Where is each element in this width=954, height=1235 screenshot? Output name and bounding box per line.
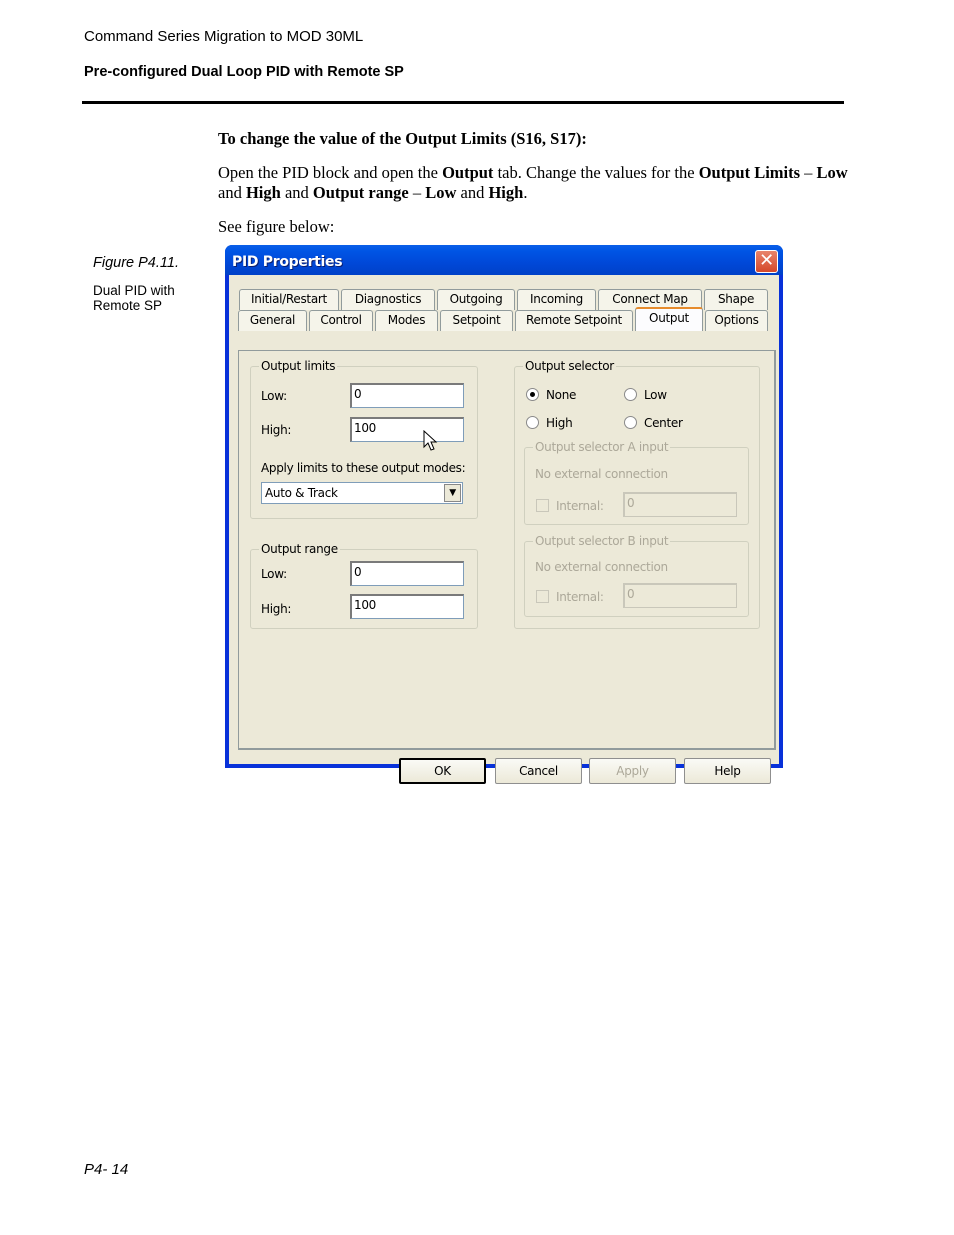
output-limits-low-label: Low: [261, 389, 287, 403]
output-limits-high-label: High: [261, 423, 292, 437]
output-selector-a-group: Output selector A input No external conn… [524, 440, 749, 525]
output-selector-legend: Output selector [523, 359, 616, 373]
tab-options[interactable]: Options [705, 310, 768, 331]
page-number: P4- 14 [84, 1161, 129, 1178]
output-range-low-label: Low: [261, 567, 287, 581]
output-selector-group: Output selector None Low High Center Out… [514, 359, 760, 629]
dialog-title-bar[interactable]: PID Properties ✕ [225, 245, 783, 275]
dialog-client-area: Initial/Restart Diagnostics Outgoing Inc… [229, 275, 779, 784]
apply-button[interactable]: Apply [589, 758, 676, 784]
body-text-run: – [800, 163, 817, 182]
radio-high-label: High [546, 416, 573, 430]
output-selector-b-legend: Output selector B input [533, 534, 671, 548]
output-limits-high-input[interactable]: 100 [350, 417, 464, 442]
radio-center-label: Center [644, 416, 683, 430]
header-divider [82, 101, 844, 104]
figure-caption: Figure P4.11. [93, 255, 179, 271]
output-selector-a-internal-input[interactable]: 0 [623, 492, 737, 517]
emphasized-term: High [245, 183, 281, 202]
output-selector-a-legend: Output selector A input [533, 440, 671, 454]
body-text-run: and [280, 183, 313, 202]
help-button[interactable]: Help [684, 758, 771, 784]
pid-properties-dialog: PID Properties ✕ Initial/Restart Diagnos… [225, 245, 783, 784]
body-text-run: and [456, 183, 489, 202]
emphasized-term: Output Limits [698, 163, 801, 182]
body-text-run: tab. Change the values for the [493, 163, 699, 182]
emphasized-term: Output [442, 163, 494, 182]
dialog-title: PID Properties [232, 254, 343, 270]
output-selector-a-status: No external connection [535, 467, 668, 481]
output-range-high-input[interactable]: 100 [350, 594, 464, 619]
radio-high[interactable] [526, 416, 539, 429]
output-range-low-input[interactable]: 0 [350, 561, 464, 586]
output-tab-panel: Output limits Low: 0 High: 100 Apply lim… [238, 350, 776, 750]
output-selector-a-internal-checkbox[interactable] [536, 499, 549, 512]
tab-incoming[interactable]: Incoming [517, 289, 596, 310]
body-text-run: . [523, 183, 528, 202]
apply-limits-selected: Auto & Track [265, 486, 338, 500]
output-range-legend: Output range [259, 542, 340, 556]
radio-center[interactable] [624, 416, 637, 429]
apply-limits-select[interactable]: Auto & Track ▼ [261, 482, 463, 504]
output-selector-b-internal-checkbox[interactable] [536, 590, 549, 603]
apply-limits-label: Apply limits to these output modes: [261, 461, 466, 475]
tab-diagnostics[interactable]: Diagnostics [341, 289, 435, 310]
tab-general[interactable]: General [238, 310, 307, 331]
chevron-down-icon[interactable]: ▼ [444, 484, 461, 502]
emphasized-term: High [488, 183, 524, 202]
emphasized-term: Low [816, 163, 848, 182]
output-limits-group: Output limits Low: 0 High: 100 Apply lim… [250, 359, 478, 519]
cancel-button[interactable]: Cancel [495, 758, 582, 784]
document-header-title: Command Series Migration to MOD 30ML [84, 28, 364, 45]
output-selector-b-internal-input[interactable]: 0 [623, 583, 737, 608]
tab-shape[interactable]: Shape [704, 289, 768, 310]
tab-outgoing[interactable]: Outgoing [437, 289, 515, 310]
mouse-pointer-icon [423, 430, 438, 451]
figure-description: Dual PID with Remote SP [93, 283, 175, 313]
see-figure-text: See figure below: [218, 217, 335, 236]
tab-modes[interactable]: Modes [375, 310, 438, 331]
tab-setpoint[interactable]: Setpoint [440, 310, 513, 331]
output-range-high-label: High: [261, 602, 292, 616]
output-selector-b-internal-label: Internal: [556, 590, 604, 604]
body-text-run: Open the PID block and open the [218, 163, 443, 182]
output-limits-legend: Output limits [259, 359, 338, 373]
body-text-run: – [408, 183, 426, 202]
output-selector-a-internal-label: Internal: [556, 499, 604, 513]
output-selector-b-group: Output selector B input No external conn… [524, 534, 749, 617]
output-range-group: Output range Low: 0 High: 100 [250, 542, 478, 629]
emphasized-term: Output range [312, 183, 409, 202]
radio-low[interactable] [624, 388, 637, 401]
output-selector-b-status: No external connection [535, 560, 668, 574]
section-title: Pre-configured Dual Loop PID with Remote… [84, 64, 404, 80]
tab-output[interactable]: Output [635, 307, 703, 331]
radio-none-label: None [546, 388, 577, 402]
emphasized-term: Low [425, 183, 457, 202]
tab-initial-restart[interactable]: Initial/Restart [239, 289, 339, 310]
output-limits-low-input[interactable]: 0 [350, 383, 464, 408]
tab-control[interactable]: Control [309, 310, 373, 331]
radio-none[interactable] [526, 388, 539, 401]
body-text-run: and [218, 183, 246, 202]
ok-button[interactable]: OK [399, 758, 486, 784]
close-icon[interactable]: ✕ [755, 250, 778, 273]
tab-remote-setpoint[interactable]: Remote Setpoint [515, 310, 633, 331]
instruction-heading: To change the value of the Output Limits… [218, 129, 587, 148]
instruction-body: Open the PID block and open the Output t… [218, 163, 848, 203]
radio-low-label: Low [644, 388, 667, 402]
